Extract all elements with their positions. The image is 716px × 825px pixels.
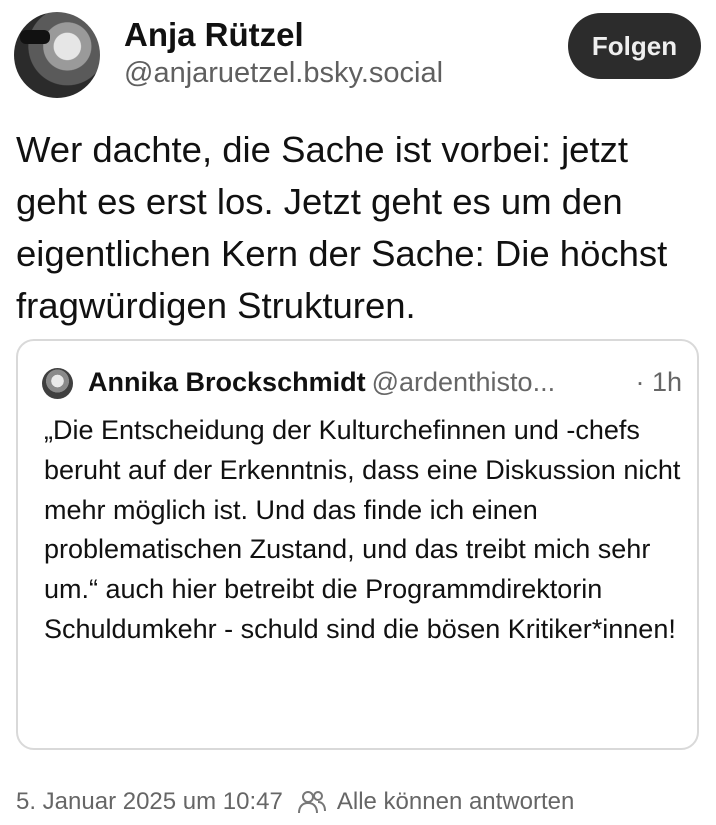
quoted-post-text: „Die Entscheidung der Kulturchefinnen un…: [44, 415, 681, 644]
post-footer: 5. Januar 2025 um 10:47 Alle können antw…: [16, 785, 574, 819]
quoted-post-time[interactable]: · 1h: [635, 367, 682, 398]
avatar-image-detail: [20, 30, 50, 44]
post-timestamp: 5. Januar 2025 um 10:47: [16, 788, 283, 815]
quoted-post-header: Annika Brockschmidt @ardenthisto... · 1h: [88, 367, 688, 398]
quoted-author-name[interactable]: Annika Brockschmidt: [88, 367, 366, 397]
quoted-post-card[interactable]: Annika Brockschmidt @ardenthisto... · 1h …: [16, 339, 699, 750]
author-avatar[interactable]: [14, 12, 100, 98]
post-text: Wer dachte, die Sache ist vorbei: jetzt …: [16, 129, 668, 326]
people-icon: [297, 791, 326, 814]
quoted-author-avatar[interactable]: [42, 368, 73, 399]
follow-button[interactable]: Folgen: [568, 13, 701, 79]
author-display-name[interactable]: Anja Rützel: [124, 16, 304, 54]
author-handle[interactable]: @anjaruetzel.bsky.social: [124, 57, 443, 90]
reply-setting-label[interactable]: Alle können antworten: [337, 788, 575, 816]
quoted-author-handle: @ardenthisto...: [371, 367, 556, 397]
